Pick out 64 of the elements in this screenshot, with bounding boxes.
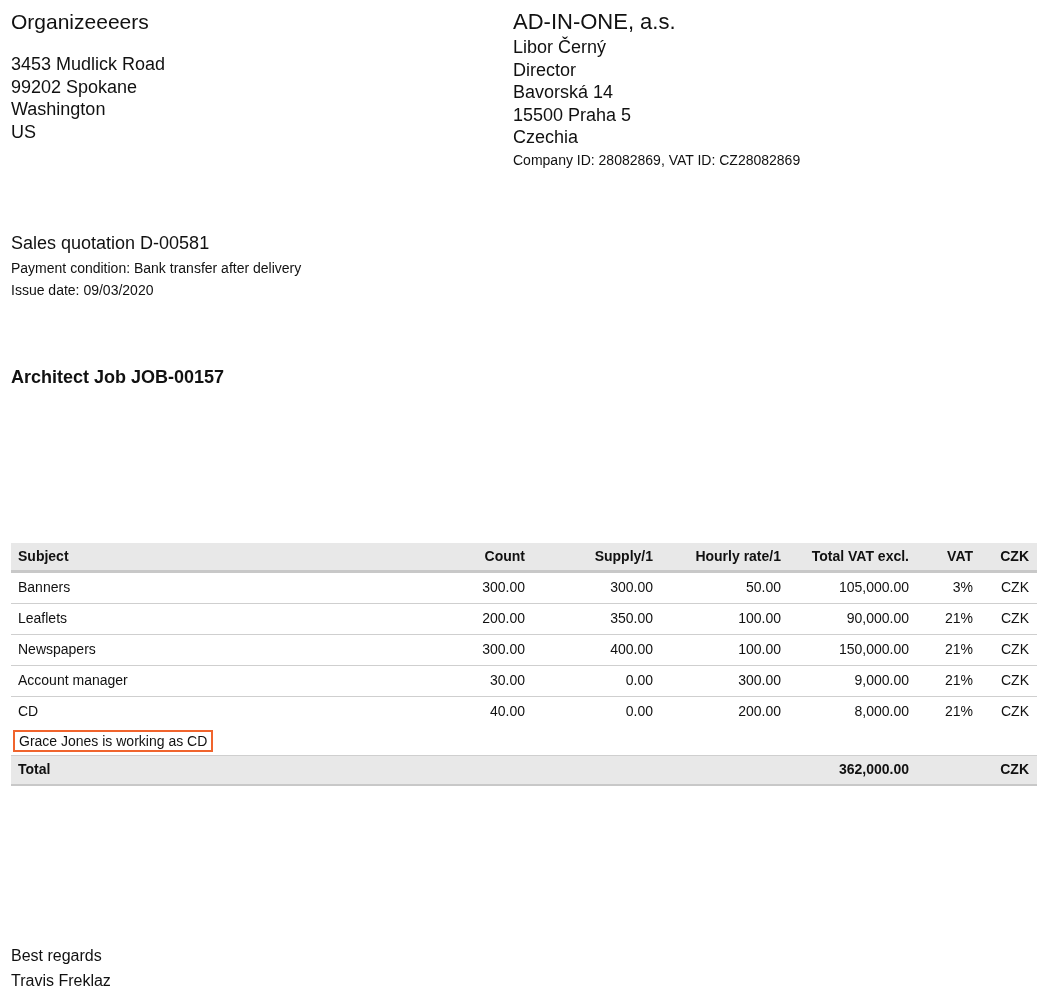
table-cell-text: 9,000.00 [854, 671, 909, 690]
table-cell-text: 350.00 [610, 609, 653, 628]
payment-condition: Payment condition: Bank transfer after delivery [11, 258, 303, 278]
sender-address-line: 3453 Mudlick Road [11, 53, 167, 76]
recipient-address-line: Bavorská 14 [513, 81, 615, 104]
job-title: Architect Job JOB-00157 [11, 365, 226, 389]
table-cell-text: 300.00 [482, 640, 525, 659]
table-cell-text: CZK [1001, 640, 1029, 659]
table-cell-text: Leaflets [18, 609, 68, 628]
table-cell-text: 300.00 [610, 578, 653, 597]
table-cell-text: CZK [1001, 609, 1029, 628]
total-currency: CZK [1000, 760, 1029, 779]
table-cell-text: 100.00 [738, 640, 781, 659]
company-ids: Company ID: 28082869, VAT ID: CZ28082869 [513, 150, 801, 170]
table-cell-text: 30.00 [489, 671, 525, 690]
recipient-address-line: Director [513, 58, 577, 81]
table-cell-text: 90,000.00 [846, 609, 909, 628]
total-label: Total [18, 760, 51, 779]
table-cell-text: 200.00 [482, 609, 525, 628]
issue-date: Issue date: 09/03/2020 [11, 280, 155, 300]
table-cell-text: Newspapers [18, 640, 96, 659]
quotation-title: Sales quotation D-00581 [11, 231, 211, 255]
closing-greeting: Best regards [11, 945, 103, 966]
table-cell-text: CZK [1001, 671, 1029, 690]
recipient-address-line: Libor Černý [513, 36, 608, 59]
recipient-address-line: Czechia [513, 126, 580, 149]
column-header: Total VAT excl. [811, 546, 909, 566]
column-header: Supply/1 [594, 546, 653, 566]
table-cell-text: 300.00 [482, 578, 525, 597]
table-cell-text: CZK [1001, 702, 1029, 721]
sender-address-line: US [11, 120, 37, 143]
total-amount: 362,000.00 [838, 760, 909, 779]
table-cell-text: 200.00 [738, 702, 781, 721]
table-cell-text: 400.00 [610, 640, 653, 659]
table-cell-text: Banners [18, 578, 71, 597]
column-header: Count [484, 546, 525, 566]
row-note: Grace Jones is working as CD [13, 729, 214, 752]
table-cell-text: 8,000.00 [854, 702, 909, 721]
table-cell-text: 3% [952, 578, 973, 597]
table-cell-text: CZK [1001, 578, 1029, 597]
column-header: Subject [18, 546, 69, 566]
table-cell-text: Account manager [18, 671, 128, 690]
table-cell-text: 0.00 [625, 671, 653, 690]
column-header: CZK [1000, 546, 1029, 566]
table-cell-text: 21% [944, 702, 973, 721]
recipient-company: AD-IN-ONE, a.s. [513, 8, 677, 36]
table-cell-text: 150,000.00 [838, 640, 909, 659]
table-cell-text: 105,000.00 [838, 578, 909, 597]
sender-name: Organizeeeers [11, 9, 150, 35]
table-cell-text: 100.00 [738, 609, 781, 628]
table-cell-text: CD [18, 702, 39, 721]
table-cell-text: 50.00 [745, 578, 781, 597]
sender-address-line: Washington [11, 98, 107, 121]
table-cell-text: 21% [944, 640, 973, 659]
column-header: VAT [947, 546, 973, 566]
table-cell-text: 300.00 [738, 671, 781, 690]
table-cell-text: 21% [944, 671, 973, 690]
recipient-address-line: 15500 Praha 5 [513, 103, 633, 126]
table-cell-text: 0.00 [625, 702, 653, 721]
column-header: Hourly rate/1 [695, 546, 781, 566]
signature: Travis Freklaz [11, 970, 112, 991]
table-cell-text: 21% [944, 609, 973, 628]
sender-address-line: 99202 Spokane [11, 75, 139, 98]
table-cell-text: 40.00 [489, 702, 525, 721]
